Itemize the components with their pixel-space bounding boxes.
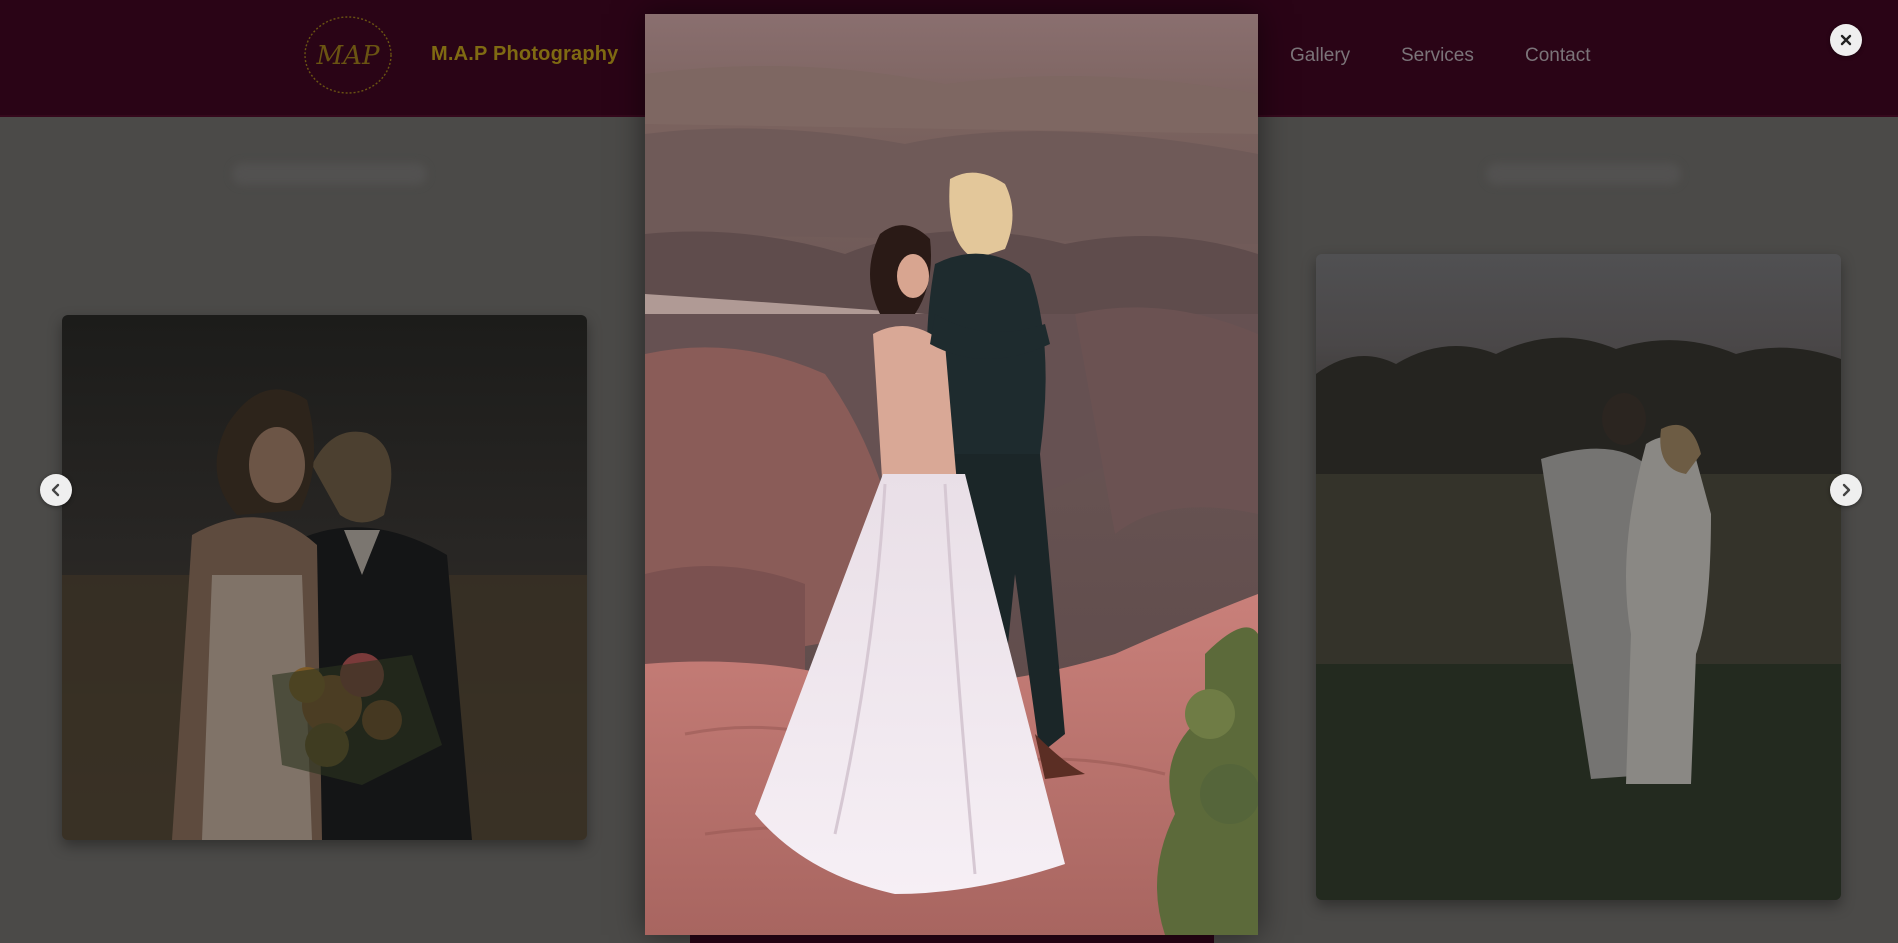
couple-field-sunset-photo <box>1316 254 1841 900</box>
wedding-couple-canyon-photo <box>645 14 1258 935</box>
gallery-card-right[interactable] <box>1316 254 1841 900</box>
nav-services-link[interactable]: Services <box>1401 45 1474 67</box>
brand-name[interactable]: M.A.P Photography <box>431 43 618 66</box>
site-logo[interactable]: MAP <box>301 14 395 96</box>
gallery-card-left[interactable] <box>62 315 587 840</box>
couple-portrait-photo <box>62 315 587 840</box>
page-footer-strip <box>690 935 1214 943</box>
section-heading-left <box>232 163 427 185</box>
nav-contact-link[interactable]: Contact <box>1525 45 1590 67</box>
logo-monogram: MAP <box>316 41 380 71</box>
close-button[interactable] <box>1830 24 1862 56</box>
chevron-right-icon <box>1842 483 1851 497</box>
section-heading-right <box>1486 163 1681 185</box>
next-image-button[interactable] <box>1830 474 1862 506</box>
nav-gallery-link[interactable]: Gallery <box>1290 45 1350 67</box>
chevron-left-icon <box>51 483 60 497</box>
lightbox-image <box>645 14 1258 935</box>
previous-image-button[interactable] <box>40 474 72 506</box>
close-icon <box>1840 34 1852 46</box>
